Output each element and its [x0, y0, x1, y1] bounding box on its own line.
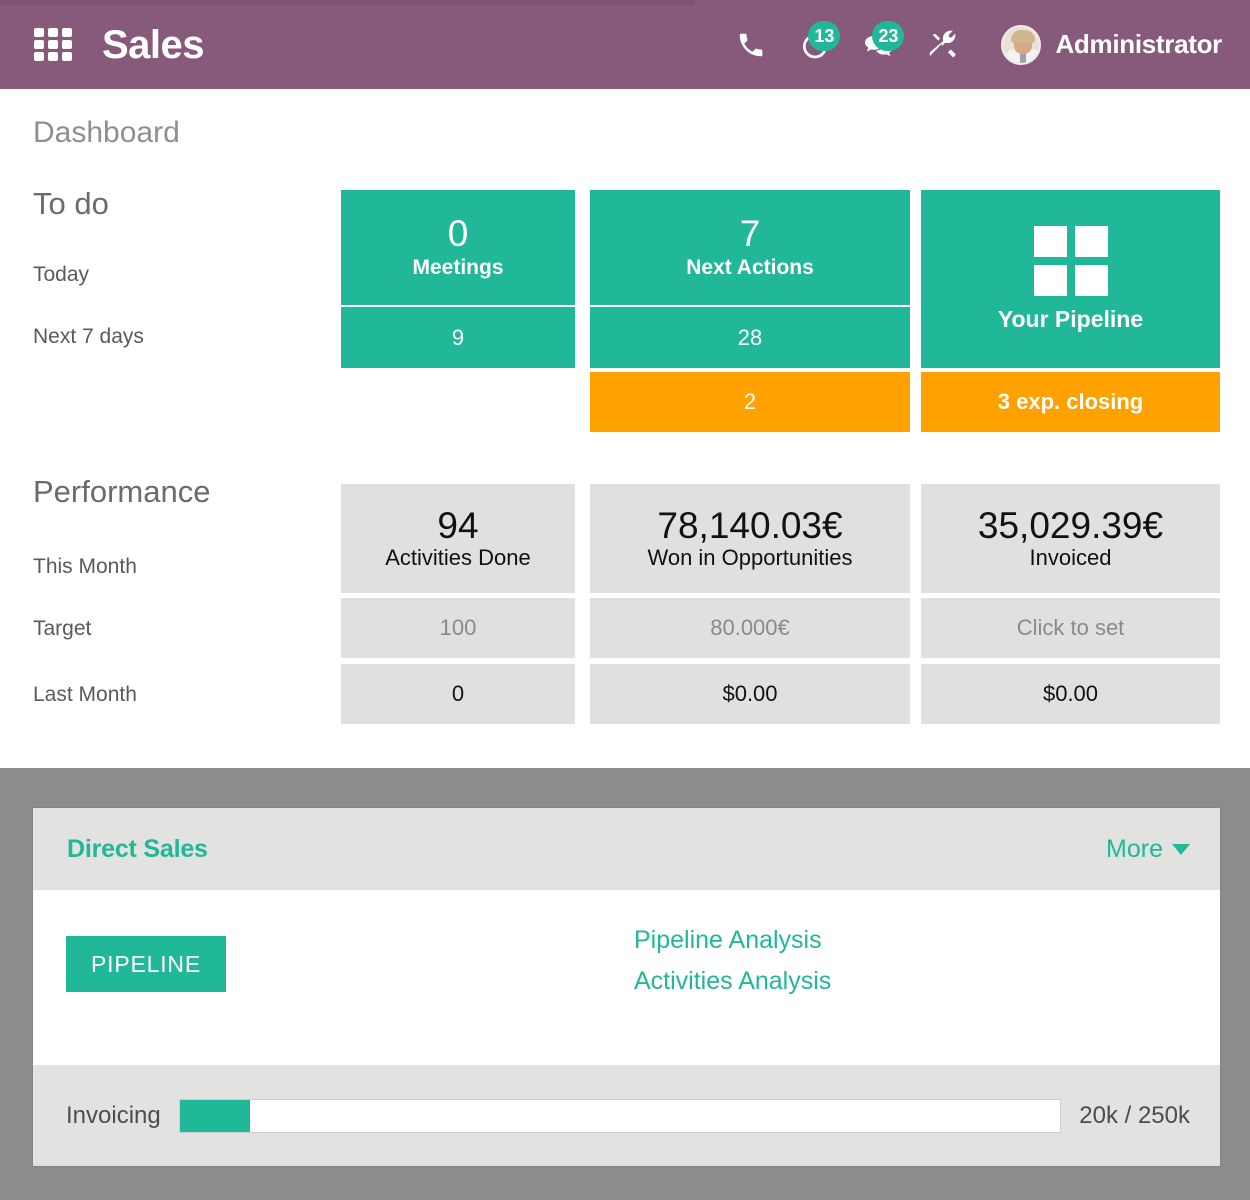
tile-won-target[interactable]: 80.000€	[590, 598, 910, 658]
tile-your-pipeline[interactable]: Your Pipeline	[921, 190, 1220, 368]
sales-team-card-header: Direct Sales More	[33, 808, 1220, 890]
tile-activities-done[interactable]: 94 Activities Done	[341, 484, 575, 593]
tile-activities-target[interactable]: 100	[341, 598, 575, 658]
page-title: Dashboard	[33, 116, 180, 149]
tile-next-actions-today[interactable]: 7 Next Actions	[590, 190, 910, 305]
tools-icon[interactable]	[911, 15, 975, 75]
activity-counter-badge: 13	[808, 20, 841, 51]
apps-grid-icon[interactable]	[34, 27, 76, 62]
pipeline-grid-icon	[1033, 225, 1108, 296]
tile-meetings-next7[interactable]: 9	[341, 307, 575, 368]
link-pipeline-analysis[interactable]: Pipeline Analysis	[634, 926, 831, 955]
invoiced-last-month-value: $0.00	[1042, 681, 1099, 706]
tile-invoiced-last-month[interactable]: $0.00	[921, 664, 1220, 724]
meetings-today-value: 0	[447, 213, 469, 255]
next-actions-overdue-value: 2	[743, 389, 757, 414]
user-name-label: Administrator	[1055, 29, 1222, 59]
won-target-value: 80.000€	[710, 615, 790, 640]
tile-meetings-today[interactable]: 0 Meetings	[341, 190, 575, 305]
performance-row-label-target: Target	[33, 617, 92, 640]
analysis-links: Pipeline Analysis Activities Analysis	[634, 926, 831, 1008]
top-navbar: Sales 13 23 Administrator	[0, 0, 1250, 89]
navbar-accent-strip	[0, 0, 695, 5]
user-menu[interactable]: Administrator	[1001, 24, 1222, 65]
activity-clock-icon[interactable]: 13	[783, 15, 847, 75]
phone-icon[interactable]	[719, 15, 783, 75]
messages-icon[interactable]: 23	[847, 15, 911, 75]
more-label: More	[1106, 834, 1163, 863]
tile-won-in-opportunities[interactable]: 78,140.03€ Won in Opportunities	[590, 484, 910, 593]
tile-pipeline-expected-closing[interactable]: 3 exp. closing	[921, 372, 1220, 432]
won-last-month-value: $0.00	[722, 681, 778, 706]
invoiced-value: 35,029.39€	[977, 504, 1164, 546]
todo-row-label-next7: Next 7 days	[33, 325, 144, 348]
sales-dashboard-page: Sales 13 23 Administrator Dashboard To d…	[0, 0, 1250, 1200]
todo-row-label-today: Today	[33, 263, 90, 286]
meetings-next7-value: 9	[451, 324, 465, 350]
next-actions-caption: Next Actions	[686, 255, 814, 279]
next-actions-next7-value: 28	[737, 324, 763, 350]
chevron-down-icon	[1172, 843, 1190, 855]
performance-section-label: Performance	[33, 474, 211, 509]
meetings-caption: Meetings	[412, 255, 504, 279]
navbar-right-group: 13 23 Administrator	[719, 0, 1250, 89]
tile-invoiced-target[interactable]: Click to set	[921, 598, 1220, 658]
pipeline-expected-closing-value: 3 exp. closing	[997, 389, 1144, 414]
activities-target-value: 100	[439, 615, 477, 640]
invoiced-target-value: Click to set	[1016, 615, 1125, 640]
performance-row-label-this-month: This Month	[33, 555, 137, 578]
tile-won-last-month[interactable]: $0.00	[590, 664, 910, 724]
messages-counter-badge: 23	[872, 20, 905, 51]
sales-team-title[interactable]: Direct Sales	[67, 835, 208, 864]
sales-team-card-body: PIPELINE Pipeline Analysis Activities An…	[33, 890, 1220, 1065]
invoicing-progress-bar[interactable]	[178, 1098, 1062, 1133]
pipeline-button[interactable]: PIPELINE	[66, 936, 226, 992]
your-pipeline-label: Your Pipeline	[997, 305, 1144, 332]
tile-invoiced[interactable]: 35,029.39€ Invoiced	[921, 484, 1220, 593]
sales-team-card: Direct Sales More PIPELINE Pipeline Anal…	[33, 808, 1220, 1166]
invoiced-caption: Invoiced	[1029, 544, 1112, 570]
invoicing-footer: Invoicing 20k / 250k	[33, 1065, 1220, 1166]
won-caption: Won in Opportunities	[647, 544, 853, 570]
invoicing-progress-fill	[179, 1099, 251, 1132]
avatar	[1001, 24, 1042, 65]
activities-done-value: 94	[437, 504, 479, 546]
invoicing-label: Invoicing	[66, 1101, 161, 1129]
link-activities-analysis[interactable]: Activities Analysis	[634, 967, 831, 996]
tile-next-actions-overdue[interactable]: 2	[590, 372, 910, 432]
activities-last-month-value: 0	[451, 681, 465, 706]
activities-done-caption: Activities Done	[385, 544, 531, 570]
tile-next-actions-next7[interactable]: 28	[590, 307, 910, 368]
todo-section-label: To do	[33, 186, 109, 221]
app-title: Sales	[102, 22, 205, 67]
next-actions-today-value: 7	[739, 213, 761, 255]
more-dropdown[interactable]: More	[1106, 835, 1190, 864]
won-value: 78,140.03€	[657, 504, 843, 546]
tile-activities-last-month[interactable]: 0	[341, 664, 575, 724]
performance-row-label-last-month: Last Month	[33, 683, 137, 706]
invoicing-value-label: 20k / 250k	[1079, 1101, 1190, 1129]
